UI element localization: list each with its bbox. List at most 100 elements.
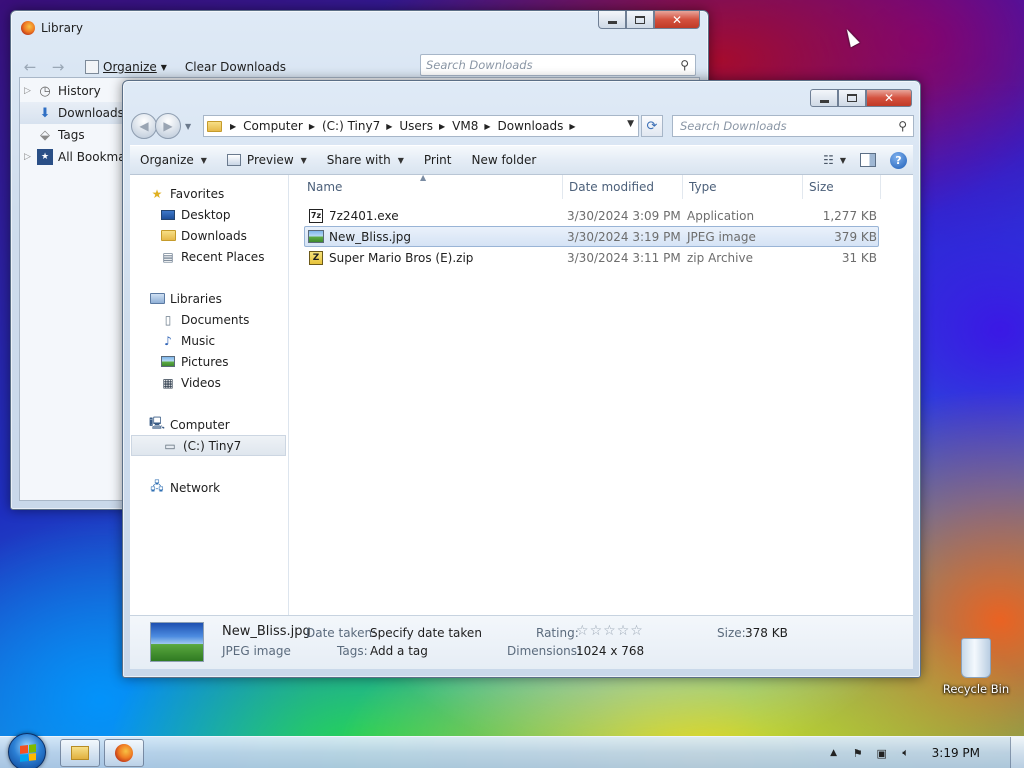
breadcrumb-item[interactable]: Downloads ▶ <box>498 119 583 133</box>
expand-icon[interactable]: ▷ <box>24 86 32 96</box>
star-outline-icon[interactable]: ☆ <box>603 623 616 639</box>
library-search-input[interactable]: Search Downloads ⚲ <box>420 54 696 76</box>
chevron-right-icon[interactable]: ▶ <box>569 122 575 131</box>
recycle-bin-shortcut[interactable]: Recycle Bin <box>942 638 1010 696</box>
nav-desktop[interactable]: Desktop <box>130 204 288 225</box>
file-row[interactable]: Z Super Mario Bros (E).zip 3/30/2024 3:1… <box>304 247 879 268</box>
column-header-date[interactable]: Date modified <box>563 175 683 199</box>
nav-drive-c[interactable]: ▭ (C:) Tiny7 <box>131 435 286 456</box>
column-header-type[interactable]: Type <box>683 175 803 199</box>
taskbar-explorer-button[interactable] <box>60 739 100 767</box>
address-bar[interactable]: ▶ Computer ▶ (C:) Tiny7 ▶ Users ▶ VM8 ▶ Down… <box>203 115 639 137</box>
network-icon: 🖧 <box>150 479 164 493</box>
explorer-close-button[interactable]: ✕ <box>866 89 912 107</box>
nav-label: Videos <box>181 375 221 390</box>
nav-computer[interactable]: 🖳 Computer <box>130 414 288 435</box>
nav-music[interactable]: ♪ Music <box>130 330 288 351</box>
recent-pages-dropdown[interactable]: ▼ <box>185 122 191 131</box>
preview-menu[interactable]: Preview ▼ <box>217 146 317 174</box>
clear-downloads-button[interactable]: Clear Downloads <box>185 60 286 74</box>
chevron-down-icon: ▼ <box>300 155 307 165</box>
file-name-cell: 7z 7z2401.exe <box>305 208 567 224</box>
nav-documents[interactable]: ▯ Documents <box>130 309 288 330</box>
nav-downloads[interactable]: Downloads <box>130 225 288 246</box>
column-header-size[interactable]: Size <box>803 175 881 199</box>
tags-field[interactable]: Add a tag <box>370 644 428 658</box>
breadcrumb-root[interactable]: ▶ <box>224 122 243 131</box>
print-button[interactable]: Print <box>414 146 462 174</box>
action-center-flag-icon[interactable]: ⚑ <box>850 745 866 761</box>
refresh-button[interactable]: ⟳ <box>641 115 663 137</box>
nav-videos[interactable]: ▦ Videos <box>130 372 288 393</box>
chevron-right-icon[interactable]: ▶ <box>439 122 445 131</box>
chevron-right-icon[interactable]: ▶ <box>386 122 392 131</box>
star-outline-icon[interactable]: ☆ <box>576 623 589 639</box>
back-arrow-icon[interactable]: ← <box>21 58 39 76</box>
library-minimize-button[interactable] <box>598 11 626 29</box>
firefox-icon <box>21 21 35 35</box>
volume-muted-icon[interactable]: 🔈︎ <box>898 745 914 761</box>
taskbar-clock[interactable]: 3:19 PM <box>932 746 980 760</box>
explorer-search-input[interactable]: Search Downloads ⚲ <box>672 115 914 137</box>
nav-libraries[interactable]: Libraries <box>130 288 288 309</box>
library-maximize-button[interactable] <box>626 11 654 29</box>
expand-icon[interactable]: ▷ <box>24 152 32 162</box>
nav-label: Downloads <box>181 228 247 243</box>
music-icon: ♪ <box>164 333 172 348</box>
library-organize-button[interactable]: Organize ▼ <box>85 60 167 74</box>
start-button[interactable] <box>8 733 46 768</box>
new-folder-button[interactable]: New folder <box>461 146 546 174</box>
chevron-right-icon[interactable]: ▶ <box>484 122 490 131</box>
star-icon: ★ <box>151 186 163 201</box>
chevron-right-icon[interactable]: ▶ <box>230 122 236 131</box>
breadcrumb-item[interactable]: Computer ▶ <box>243 119 322 133</box>
chevron-down-icon: ▼ <box>160 62 167 72</box>
file-row[interactable]: 7z 7z2401.exe 3/30/2024 3:09 PM Applicat… <box>304 205 879 226</box>
downloads-folder-icon <box>160 228 176 244</box>
search-icon: ⚲ <box>898 119 907 133</box>
explorer-minimize-button[interactable] <box>810 89 838 107</box>
show-hidden-icons-icon[interactable]: ▲ <box>826 745 842 761</box>
library-close-button[interactable]: ✕ <box>654 11 700 29</box>
library-titlebar: Library <box>21 21 83 35</box>
back-button[interactable]: ◀ <box>131 113 157 139</box>
nav-favorites[interactable]: ★ Favorites <box>130 183 288 204</box>
share-with-menu[interactable]: Share with ▼ <box>317 146 414 174</box>
file-name-cell: Z Super Mario Bros (E).zip <box>305 250 567 266</box>
star-outline-icon[interactable]: ☆ <box>590 623 603 639</box>
file-row[interactable]: New_Bliss.jpg 3/30/2024 3:19 PM JPEG ima… <box>304 226 879 247</box>
nav-recent-places[interactable]: ▤ Recent Places <box>130 246 288 267</box>
taskbar-firefox-button[interactable] <box>104 739 144 767</box>
breadcrumb-item[interactable]: VM8 ▶ <box>452 119 497 133</box>
breadcrumb-item[interactable]: Users ▶ <box>399 119 452 133</box>
nav-label: Music <box>181 333 216 348</box>
address-dropdown[interactable]: ▼ <box>627 119 634 129</box>
network-tray-icon[interactable]: ▣ <box>874 745 890 761</box>
forward-arrow-icon[interactable]: → <box>49 58 67 76</box>
change-view-button[interactable]: ☷ ▼ <box>823 153 846 167</box>
preview-pane-icon[interactable] <box>860 153 876 167</box>
rating-stars[interactable]: ☆ ☆ ☆ ☆ ☆ <box>576 623 643 639</box>
nav-pictures[interactable]: Pictures <box>130 351 288 372</box>
nav-network[interactable]: 🖧 Network <box>130 477 288 498</box>
chevron-right-icon[interactable]: ▶ <box>309 122 315 131</box>
chevron-down-icon[interactable]: ▼ <box>840 156 846 165</box>
minimize-icon <box>819 99 829 103</box>
breadcrumb-item[interactable]: (C:) Tiny7 ▶ <box>322 119 399 133</box>
organize-label: Organize <box>140 153 194 167</box>
jpg-icon <box>308 229 324 245</box>
show-desktop-button[interactable] <box>1010 737 1024 768</box>
organize-menu[interactable]: Organize ▼ <box>130 146 217 174</box>
explorer-window[interactable]: ✕ ◀ ▶ ▼ ▶ Computer ▶ (C:) Tiny7 ▶ Users ▶ V… <box>122 80 921 678</box>
help-icon[interactable]: ? <box>890 151 907 169</box>
column-header-name[interactable]: ▲ Name <box>290 173 563 199</box>
file-type: Application <box>687 208 755 223</box>
star-outline-icon[interactable]: ☆ <box>630 623 643 639</box>
forward-button[interactable]: ▶ <box>155 113 181 139</box>
explorer-maximize-button[interactable] <box>838 89 866 107</box>
star-outline-icon[interactable]: ☆ <box>617 623 630 639</box>
date-taken-field[interactable]: Specify date taken <box>370 626 482 640</box>
details-view-icon: ☷ <box>823 153 834 167</box>
